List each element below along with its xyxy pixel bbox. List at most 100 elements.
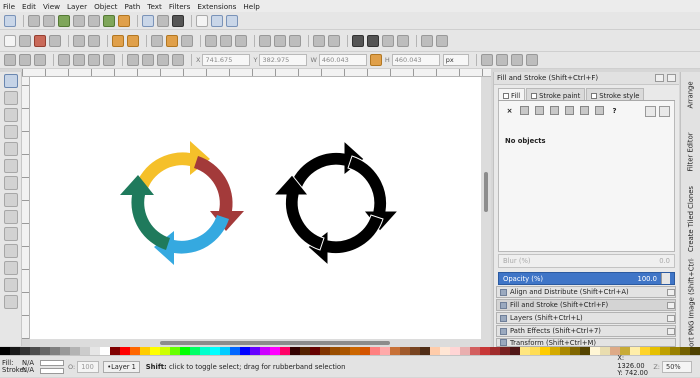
fill-swatch[interactable] [40, 359, 64, 366]
palette-swatch[interactable] [640, 347, 650, 355]
vertical-scrollbar[interactable] [481, 77, 491, 339]
palette-swatch[interactable] [240, 347, 250, 355]
opacity-value[interactable]: 100.0 [638, 275, 657, 283]
palette-swatch[interactable] [330, 347, 340, 355]
tab-stroke-style[interactable]: Stroke style [586, 88, 645, 100]
swatch-button[interactable] [595, 106, 604, 115]
blur-slider[interactable]: Blur (%) 0.0 [498, 254, 675, 268]
clone-icon[interactable] [274, 34, 286, 47]
palette-swatch[interactable] [340, 347, 350, 355]
selector-tool-icon[interactable] [4, 74, 18, 88]
palette-swatch[interactable] [410, 347, 420, 355]
palette-swatch[interactable] [590, 347, 600, 355]
palette-swatch[interactable] [100, 347, 110, 355]
mesh-gradient-button[interactable] [565, 106, 574, 115]
stroke-swatch[interactable] [40, 367, 64, 374]
no-paint-button[interactable]: × [505, 106, 514, 115]
palette-swatch[interactable] [110, 347, 120, 355]
group-icon[interactable] [313, 34, 325, 47]
open-icon[interactable] [19, 34, 31, 47]
zoom-drawing-icon[interactable] [220, 34, 232, 47]
palette-swatch[interactable] [250, 347, 260, 355]
opacity-spinner[interactable] [661, 273, 670, 284]
text-tool-icon[interactable] [4, 295, 18, 309]
flip-h-icon[interactable] [88, 54, 100, 66]
palette-swatch[interactable] [680, 347, 690, 355]
dock-collapse-icon[interactable] [667, 327, 675, 335]
dock-align-distribute[interactable]: Align and Distribute (Shift+Ctrl+A) [496, 286, 676, 298]
palette-swatch[interactable] [550, 347, 560, 355]
menu-item-text[interactable]: Text [147, 2, 162, 11]
palette-swatch[interactable] [530, 347, 540, 355]
menu-item-view[interactable]: View [43, 2, 60, 11]
rotate-cw-icon[interactable] [58, 14, 70, 27]
import-icon[interactable] [73, 34, 85, 47]
preferences-icon[interactable] [421, 34, 433, 47]
dock-collapse-icon[interactable] [667, 301, 675, 309]
save-icon[interactable] [34, 34, 46, 47]
palette-swatch[interactable] [80, 347, 90, 355]
palette-swatch[interactable] [200, 347, 210, 355]
rotate-90-cw-icon[interactable] [73, 54, 85, 66]
document-properties-icon[interactable] [436, 34, 448, 47]
palette-swatch[interactable] [520, 347, 530, 355]
tab-stroke-paint[interactable]: Stroke paint [526, 88, 586, 100]
y-field[interactable]: 382.975 [259, 54, 308, 66]
pencil-tool-icon[interactable] [4, 244, 18, 258]
black-cycle-arrows[interactable] [272, 139, 400, 267]
palette-swatch[interactable] [570, 347, 580, 355]
zoom-tool-icon[interactable] [4, 125, 18, 139]
lower-one-icon[interactable] [157, 54, 169, 66]
lock-icon[interactable] [369, 54, 382, 66]
tab-fill[interactable]: Fill [498, 88, 526, 100]
zoom-field[interactable]: 50% [662, 360, 692, 373]
palette-swatch[interactable] [50, 347, 60, 355]
pattern-button[interactable] [580, 106, 589, 115]
palette-swatch[interactable] [510, 347, 520, 355]
palette-swatch[interactable] [540, 347, 550, 355]
menu-item-file[interactable]: File [3, 2, 15, 11]
vtab-export-png[interactable]: Export PNG Image (Shift+Ctrl+E) [681, 258, 700, 347]
vtab-tiled-clones[interactable]: Create Tiled Clones [681, 184, 700, 254]
palette-swatch[interactable] [270, 347, 280, 355]
palette-swatch[interactable] [70, 347, 80, 355]
rotate-90-ccw-icon[interactable] [58, 54, 70, 66]
palette-swatch[interactable] [10, 347, 20, 355]
palette-swatch[interactable] [120, 347, 130, 355]
fill-rule-evenodd-icon[interactable] [645, 106, 656, 117]
rectangle-tool-icon[interactable] [4, 159, 18, 173]
export-icon[interactable] [88, 34, 100, 47]
dock-collapse-icon[interactable] [667, 314, 675, 322]
palette-swatch[interactable] [230, 347, 240, 355]
ungroup-icon[interactable] [328, 34, 340, 47]
panel-iconify-icon[interactable] [655, 74, 664, 82]
palette-swatch[interactable] [300, 347, 310, 355]
palette-swatch[interactable] [360, 347, 370, 355]
vtab-arrange[interactable]: Arrange [681, 74, 700, 116]
redo-icon[interactable] [127, 34, 139, 47]
guides-icon[interactable] [226, 14, 238, 27]
palette-swatch[interactable] [420, 347, 430, 355]
text-icon[interactable] [172, 14, 184, 27]
paste-icon[interactable] [181, 34, 193, 47]
palette-swatch[interactable] [130, 347, 140, 355]
cut-icon[interactable] [166, 34, 178, 47]
ellipse-tool-icon[interactable] [4, 193, 18, 207]
palette-swatch[interactable] [630, 347, 640, 355]
palette-swatch[interactable] [580, 347, 590, 355]
h-field[interactable]: 460.043 [391, 54, 440, 66]
raise-icon[interactable] [103, 14, 115, 27]
star-tool-icon[interactable] [4, 210, 18, 224]
palette-swatch[interactable] [260, 347, 270, 355]
menu-item-path[interactable]: Path [124, 2, 140, 11]
colored-cycle-arrows[interactable] [120, 141, 244, 265]
palette-swatch[interactable] [480, 347, 490, 355]
drawing-canvas[interactable] [30, 77, 481, 339]
node-select-icon[interactable] [28, 14, 40, 27]
palette-swatch[interactable] [650, 347, 660, 355]
grid-icon[interactable] [211, 14, 223, 27]
palette-swatch[interactable] [220, 347, 230, 355]
green-arrow-segment[interactable] [120, 175, 170, 250]
palette-swatch[interactable] [180, 347, 190, 355]
node-tool-icon[interactable] [4, 91, 18, 105]
